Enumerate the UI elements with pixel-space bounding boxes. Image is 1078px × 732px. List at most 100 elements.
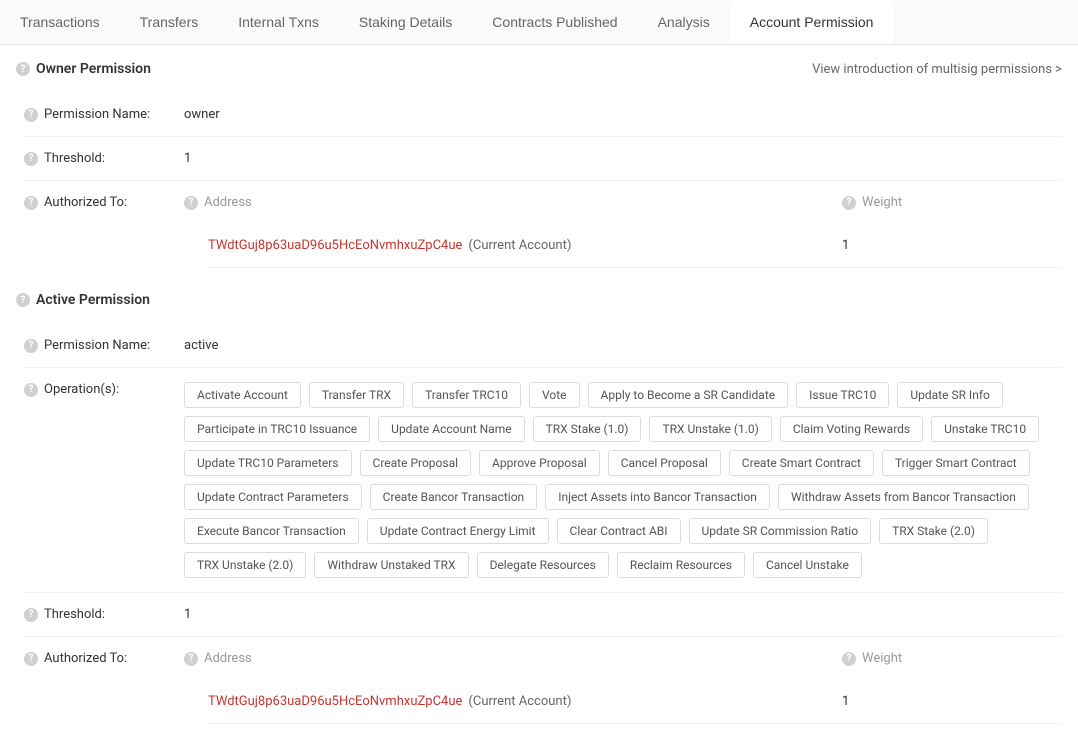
tab-account-permission[interactable]: Account Permission (730, 0, 894, 44)
operation-tag: Transfer TRC10 (412, 382, 521, 408)
owner-threshold-label: Threshold: (44, 151, 105, 166)
owner-address-header-wrap: ? Address (184, 195, 842, 210)
active-auth-address-cell: TWdtGuj8p63uaD96u5HcEoNvmhxuZpC4ue (Curr… (208, 694, 842, 709)
tabs-bar: Transactions Transfers Internal Txns Sta… (0, 0, 1078, 45)
operation-tag: TRX Stake (2.0) (879, 518, 988, 544)
owner-title-wrap: ? Owner Permission (16, 61, 151, 77)
tab-transfers[interactable]: Transfers (120, 0, 219, 44)
help-icon[interactable]: ? (842, 652, 856, 666)
active-auth-label-wrap: ? Authorized To: (24, 651, 184, 666)
operations-container: Activate AccountTransfer TRXTransfer TRC… (184, 382, 1062, 578)
help-icon[interactable]: ? (24, 108, 38, 122)
tab-internal-txns[interactable]: Internal Txns (218, 0, 339, 44)
owner-threshold-value: 1 (184, 151, 1062, 166)
owner-header: ? Owner Permission View introduction of … (16, 61, 1062, 77)
operation-tag: Create Smart Contract (729, 450, 874, 476)
operation-tag: Cancel Proposal (608, 450, 721, 476)
help-icon[interactable]: ? (24, 339, 38, 353)
intro-link[interactable]: View introduction of multisig permission… (812, 62, 1062, 77)
active-threshold-label: Threshold: (44, 607, 105, 622)
active-name-label-wrap: ? Permission Name: (24, 338, 184, 353)
active-threshold-value: 1 (184, 607, 1062, 622)
table-row: TWdtGuj8p63uaD96u5HcEoNvmhxuZpC4ue (Curr… (208, 680, 1062, 724)
table-row: TWdtGuj8p63uaD96u5HcEoNvmhxuZpC4ue (Curr… (208, 224, 1062, 268)
active-auth-header-row: ? Authorized To: ? Address ? Weight (24, 637, 1062, 680)
active-weight-header: Weight (862, 651, 902, 666)
operation-tag: Participate in TRC10 Issuance (184, 416, 370, 442)
owner-threshold-row: ? Threshold: 1 (24, 137, 1062, 181)
operation-tag: Update Contract Parameters (184, 484, 362, 510)
active-body: ? Permission Name: active ? Operation(s)… (0, 316, 1078, 732)
help-icon[interactable]: ? (16, 293, 30, 307)
help-icon[interactable]: ? (16, 62, 30, 76)
operation-tag: Unstake TRC10 (931, 416, 1039, 442)
operation-tag: Delegate Resources (477, 552, 609, 578)
active-auth-rows: TWdtGuj8p63uaD96u5HcEoNvmhxuZpC4ue (Curr… (24, 680, 1062, 724)
owner-weight-header: Weight (862, 195, 902, 210)
operation-tag: Clear Contract ABI (557, 518, 681, 544)
operation-tag: Update Account Name (378, 416, 524, 442)
address-note: (Current Account) (468, 238, 571, 253)
help-icon[interactable]: ? (24, 652, 38, 666)
active-ops-row: ? Operation(s): Activate AccountTransfer… (24, 368, 1062, 593)
help-icon[interactable]: ? (24, 152, 38, 166)
tab-contracts-published[interactable]: Contracts Published (472, 0, 637, 44)
active-address-header: Address (204, 651, 252, 666)
operation-tag: TRX Unstake (1.0) (649, 416, 771, 442)
owner-threshold-label-wrap: ? Threshold: (24, 151, 184, 166)
owner-auth-address-cell: TWdtGuj8p63uaD96u5HcEoNvmhxuZpC4ue (Curr… (208, 238, 842, 253)
operation-tag: TRX Unstake (2.0) (184, 552, 306, 578)
active-permission-section: ? Active Permission (0, 276, 1078, 316)
operation-tag: Issue TRC10 (796, 382, 889, 408)
owner-name-label: Permission Name: (44, 107, 150, 122)
owner-name-value: owner (184, 107, 1062, 122)
operation-tag: Update SR Info (897, 382, 1002, 408)
operation-tag: Execute Bancor Transaction (184, 518, 359, 544)
owner-auth-label-wrap: ? Authorized To: (24, 195, 184, 210)
owner-auth-header: ? Address ? Weight (184, 195, 1062, 210)
tab-transactions[interactable]: Transactions (0, 0, 120, 44)
active-threshold-label-wrap: ? Threshold: (24, 607, 184, 622)
address-link[interactable]: TWdtGuj8p63uaD96u5HcEoNvmhxuZpC4ue (208, 238, 462, 253)
help-icon[interactable]: ? (842, 196, 856, 210)
operation-tag: Activate Account (184, 382, 301, 408)
active-header: ? Active Permission (16, 292, 1062, 308)
operation-tag: Update SR Commission Ratio (689, 518, 872, 544)
active-auth-weight-cell: 1 (842, 694, 1062, 709)
owner-title: Owner Permission (36, 61, 151, 77)
active-title-wrap: ? Active Permission (16, 292, 150, 308)
operation-tag: Claim Voting Rewards (780, 416, 923, 442)
operation-tag: Cancel Unstake (753, 552, 862, 578)
active-ops-label: Operation(s): (44, 382, 119, 397)
operation-tag: Vote (529, 382, 580, 408)
tab-analysis[interactable]: Analysis (638, 0, 730, 44)
owner-permission-section: ? Owner Permission View introduction of … (0, 45, 1078, 85)
operation-tag: Create Bancor Transaction (370, 484, 538, 510)
owner-auth-weight-cell: 1 (842, 238, 1062, 253)
operation-tag: Apply to Become a SR Candidate (588, 382, 789, 408)
operation-tag: TRX Stake (1.0) (533, 416, 642, 442)
address-link[interactable]: TWdtGuj8p63uaD96u5HcEoNvmhxuZpC4ue (208, 694, 462, 709)
operation-tag: Update Contract Energy Limit (367, 518, 549, 544)
help-icon[interactable]: ? (184, 196, 198, 210)
operation-tag: Reclaim Resources (617, 552, 745, 578)
active-title: Active Permission (36, 292, 150, 308)
help-icon[interactable]: ? (184, 652, 198, 666)
owner-auth-rows: TWdtGuj8p63uaD96u5HcEoNvmhxuZpC4ue (Curr… (24, 224, 1062, 268)
owner-auth-label: Authorized To: (44, 195, 127, 210)
help-icon[interactable]: ? (24, 196, 38, 210)
help-icon[interactable]: ? (24, 383, 38, 397)
operation-tag: Withdraw Unstaked TRX (314, 552, 468, 578)
operation-tag: Create Proposal (360, 450, 472, 476)
operation-tag: Withdraw Assets from Bancor Transaction (778, 484, 1029, 510)
owner-weight-header-wrap: ? Weight (842, 195, 1062, 210)
active-auth-header: ? Address ? Weight (184, 651, 1062, 666)
address-note: (Current Account) (468, 694, 571, 709)
owner-name-label-wrap: ? Permission Name: (24, 107, 184, 122)
active-ops-label-wrap: ? Operation(s): (24, 382, 184, 397)
owner-address-header: Address (204, 195, 252, 210)
active-name-value: active (184, 338, 1062, 353)
owner-body: ? Permission Name: owner ? Threshold: 1 … (0, 85, 1078, 276)
active-auth-label: Authorized To: (44, 651, 127, 666)
tab-staking-details[interactable]: Staking Details (339, 0, 472, 44)
